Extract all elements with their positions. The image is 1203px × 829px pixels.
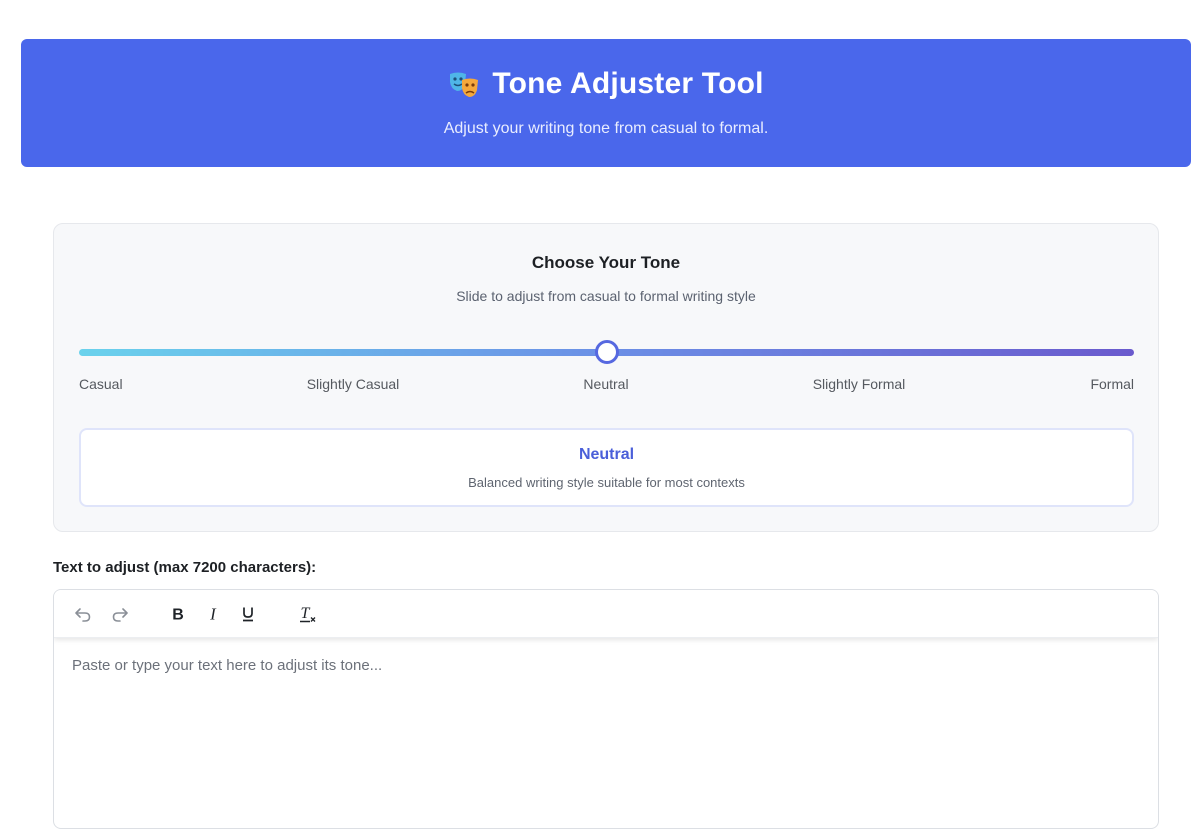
bold-icon: B	[172, 607, 184, 624]
tone-panel-title: Choose Your Tone	[531, 253, 681, 272]
redo-icon	[112, 608, 128, 622]
selected-tone-description: Balanced writing style suitable for most…	[468, 475, 745, 490]
underline-icon	[243, 607, 253, 622]
page-title: Tone Adjuster Tool	[492, 67, 764, 100]
tone-label-formal[interactable]: Formal	[1090, 376, 1134, 392]
page-subtitle: Adjust your writing tone from casual to …	[443, 120, 769, 137]
rich-text-editor: B I T Paste or type your text here to ad…	[53, 589, 1159, 829]
selected-tone-name: Neutral	[578, 446, 635, 463]
svg-text:B: B	[172, 607, 184, 624]
editor-toolbar: B I T	[54, 590, 1158, 638]
underline-button[interactable]	[236, 602, 260, 626]
svg-text:T: T	[301, 605, 311, 622]
tone-label-casual[interactable]: Casual	[79, 376, 123, 392]
italic-button[interactable]: I	[201, 602, 225, 626]
clear-format-button[interactable]: T	[295, 602, 319, 626]
clear-format-icon: T	[300, 605, 316, 623]
editor-label: Text to adjust (max 7200 characters):	[53, 559, 317, 576]
undo-button[interactable]	[71, 602, 95, 626]
tone-slider-thumb[interactable]	[594, 340, 619, 364]
tone-panel: Choose Your Tone Slide to adjust from ca…	[53, 223, 1159, 532]
tone-panel-subtitle: Slide to adjust from casual to formal wr…	[456, 288, 756, 304]
svg-text:I: I	[209, 605, 217, 624]
app-header: Tone Adjuster Tool Adjust your writing t…	[21, 39, 1191, 167]
undo-icon	[75, 608, 91, 622]
title-row: Tone Adjuster Tool	[21, 67, 1191, 101]
selected-tone-card: Neutral Balanced writing style suitable …	[79, 428, 1134, 507]
editor-placeholder: Paste or type your text here to adjust i…	[72, 657, 383, 674]
redo-button[interactable]	[108, 602, 132, 626]
bold-button[interactable]: B	[166, 602, 190, 626]
theater-masks-icon	[450, 72, 479, 97]
italic-icon: I	[209, 605, 217, 624]
